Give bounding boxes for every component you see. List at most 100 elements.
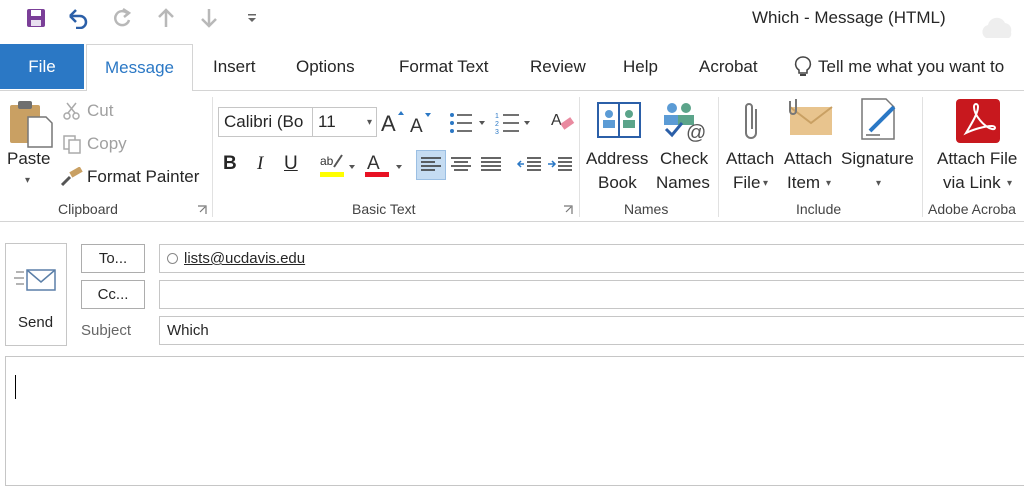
check-names-label-1[interactable]: Check <box>660 147 708 171</box>
font-size-combo[interactable]: 11 ▾ <box>312 107 377 137</box>
text-cursor <box>15 375 16 399</box>
pdf-icon[interactable] <box>956 99 1000 143</box>
save-icon[interactable] <box>24 6 48 30</box>
tab-message[interactable]: Message <box>86 44 193 91</box>
send-label: Send <box>18 314 54 331</box>
check-names-icon[interactable]: @ <box>660 99 708 143</box>
attach-file-label-1[interactable]: Attach <box>726 147 774 171</box>
attach-via-link-dropdown-icon[interactable]: ▾ <box>1007 178 1012 189</box>
copy-button[interactable]: Copy <box>87 134 127 154</box>
clipboard-launcher-icon[interactable] <box>197 205 207 215</box>
basic-text-group-label: Basic Text <box>352 201 416 217</box>
font-size-value: 11 <box>318 112 336 131</box>
tab-file[interactable]: File <box>0 44 84 89</box>
signature-dropdown-icon[interactable]: ▾ <box>876 178 881 189</box>
to-button[interactable]: To... <box>81 244 145 273</box>
attach-file-label-2[interactable]: File <box>733 171 760 195</box>
redo-icon[interactable] <box>110 6 134 30</box>
down-arrow-icon[interactable] <box>197 6 221 30</box>
cut-icon <box>62 101 82 121</box>
subject-label: Subject <box>81 322 132 339</box>
attach-item-dropdown-icon[interactable]: ▾ <box>826 178 831 189</box>
bold-icon[interactable]: B <box>223 153 237 175</box>
subject-field[interactable]: Which <box>159 316 1024 345</box>
recipient-status-icon <box>167 253 178 264</box>
undo-icon[interactable] <box>66 6 90 30</box>
tab-format-text[interactable]: Format Text <box>399 44 488 90</box>
cc-button[interactable]: Cc... <box>81 280 145 309</box>
include-group-label: Include <box>796 201 842 217</box>
align-right-icon[interactable] <box>477 151 505 179</box>
separator <box>922 97 923 217</box>
separator <box>718 97 719 217</box>
subject-value: Which <box>167 322 209 339</box>
ribbon: Paste ▾ Cut Copy Format Painter Clipboar… <box>0 90 1024 222</box>
signature-icon[interactable] <box>860 97 902 141</box>
font-name-value: Calibri (Bo <box>224 112 304 131</box>
format-painter-icon <box>60 167 84 187</box>
cut-button[interactable]: Cut <box>87 101 113 121</box>
to-recipient[interactable]: lists@ucdavis.edu <box>184 250 305 267</box>
tell-me-label: Tell me what you want to <box>818 57 1005 76</box>
address-book-label-1[interactable]: Address <box>586 147 648 171</box>
customize-icon[interactable] <box>240 6 264 30</box>
send-icon <box>14 266 58 296</box>
bullets-icon[interactable] <box>448 111 488 135</box>
tab-acrobat[interactable]: Acrobat <box>699 44 758 90</box>
attach-file-dropdown-icon[interactable]: ▾ <box>763 178 768 189</box>
font-size-dropdown-icon[interactable]: ▾ <box>367 117 372 128</box>
up-arrow-icon[interactable] <box>154 6 178 30</box>
align-center-icon[interactable] <box>447 151 475 179</box>
attach-via-link-label-1[interactable]: Attach File <box>937 147 1017 171</box>
cloud-icon <box>978 14 1018 40</box>
italic-icon[interactable]: I <box>257 153 263 175</box>
increase-indent-icon[interactable] <box>546 151 574 179</box>
send-button[interactable]: Send <box>5 243 67 346</box>
font-color-icon[interactable]: A <box>365 151 407 179</box>
tab-help[interactable]: Help <box>623 44 658 90</box>
tab-review[interactable]: Review <box>530 44 586 90</box>
svg-text:A: A <box>381 111 396 135</box>
decrease-indent-icon[interactable] <box>515 151 543 179</box>
signature-label[interactable]: Signature <box>841 147 914 171</box>
font-name-combo[interactable]: Calibri (Bo <box>218 107 313 137</box>
address-book-label-2[interactable]: Book <box>598 171 637 195</box>
paste-button-label[interactable]: Paste <box>7 147 50 171</box>
shrink-font-icon[interactable]: A <box>410 111 434 135</box>
separator <box>212 97 213 217</box>
svg-text:A: A <box>551 112 562 129</box>
window-title: Which - Message (HTML) <box>752 8 946 27</box>
svg-text:@: @ <box>686 122 706 143</box>
grow-font-icon[interactable]: A <box>381 109 405 135</box>
attach-via-link-label-2[interactable]: via Link <box>943 171 1001 195</box>
tab-insert[interactable]: Insert <box>213 44 256 90</box>
address-book-icon[interactable] <box>596 99 642 141</box>
tab-options[interactable]: Options <box>296 44 355 90</box>
paste-icon[interactable] <box>8 99 54 149</box>
tell-me-search[interactable]: Tell me what you want to <box>794 44 1004 90</box>
to-field[interactable]: lists@ucdavis.edu <box>159 244 1024 273</box>
adobe-group-label: Adobe Acroba <box>928 201 1016 217</box>
cc-field[interactable] <box>159 280 1024 309</box>
svg-text:1: 1 <box>495 113 499 120</box>
clear-formatting-icon[interactable]: A <box>551 109 575 133</box>
check-names-label-2[interactable]: Names <box>656 171 710 195</box>
title-bar: Which - Message (HTML) <box>0 0 1024 44</box>
numbering-icon[interactable]: 123 <box>495 111 535 135</box>
highlight-icon[interactable]: ab <box>318 151 360 179</box>
paste-dropdown-icon[interactable]: ▾ <box>25 175 30 186</box>
svg-text:A: A <box>410 116 423 135</box>
attach-item-icon[interactable] <box>788 97 834 137</box>
format-painter-button[interactable]: Format Painter <box>87 167 199 187</box>
names-group-label: Names <box>624 201 669 217</box>
attach-item-label-2[interactable]: Item <box>787 171 820 195</box>
basic-text-launcher-icon[interactable] <box>563 205 573 215</box>
attach-item-label-1[interactable]: Attach <box>784 147 832 171</box>
paperclip-icon[interactable] <box>740 99 764 143</box>
ribbon-tabs: File Message Insert Options Format Text … <box>0 44 1024 91</box>
underline-icon[interactable]: U <box>284 153 298 175</box>
separator <box>579 97 580 217</box>
align-left-icon[interactable] <box>416 150 446 180</box>
message-body[interactable] <box>5 356 1024 486</box>
clipboard-group-label: Clipboard <box>58 201 118 217</box>
